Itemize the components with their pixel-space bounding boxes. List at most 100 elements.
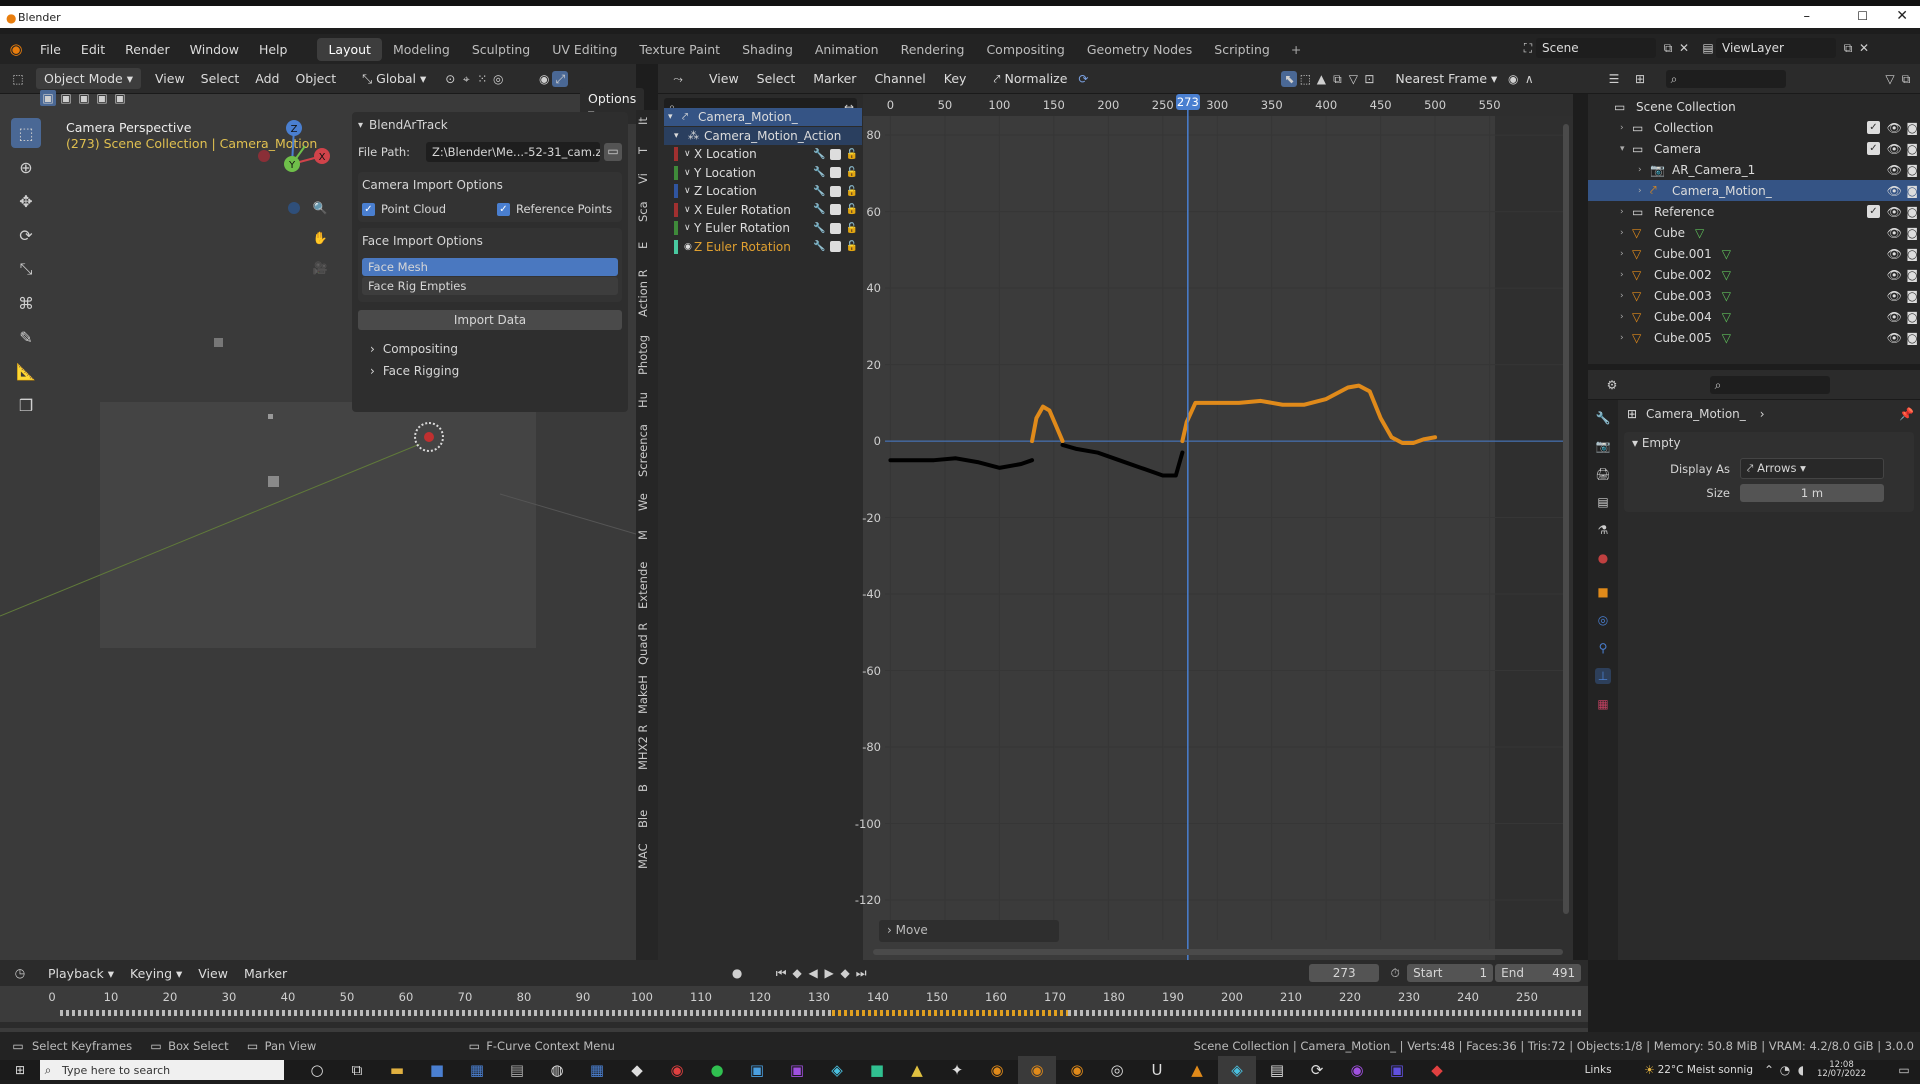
sidebar-tab-9[interactable]: We — [636, 489, 658, 515]
lock-icon[interactable]: 🔓 — [846, 204, 858, 215]
object-tab-icon[interactable]: ■ — [1595, 584, 1611, 600]
visibility-eye-icon[interactable]: 👁 — [1887, 268, 1902, 282]
viewport-menu-object[interactable]: Object — [287, 68, 344, 89]
outliner-item[interactable]: › ▽ Cube.001 ▽ 👁 ◙ — [1588, 243, 1920, 264]
expand-arrow-icon[interactable]: ▾ — [668, 112, 682, 122]
channel-mute-checkbox[interactable] — [829, 241, 841, 252]
outliner-item[interactable]: › ▭ Collection ✓ 👁 ◙ — [1588, 117, 1920, 138]
properties-search[interactable]: ⌕ — [1710, 375, 1830, 394]
visibility-eye-icon[interactable]: 👁 — [1887, 289, 1902, 303]
output-tab-icon[interactable]: 🖨 — [1595, 466, 1611, 482]
sidebar-tab-10[interactable]: M — [636, 522, 658, 548]
workspace-tab-geometry-nodes[interactable]: Geometry Nodes — [1076, 38, 1203, 61]
select-new-icon[interactable]: ▣ — [40, 90, 56, 106]
fcurve-segment-3[interactable] — [1180, 383, 1438, 445]
channel-action[interactable]: ▾ ⁂ Camera_Motion_Action — [664, 126, 862, 145]
modifier-icon[interactable]: 🔧 — [813, 223, 825, 234]
file-path-input[interactable]: Z:\Blender\Me...-52-31_cam.zip — [426, 142, 600, 162]
maximize-icon[interactable]: ☐ — [1857, 9, 1868, 23]
lock-icon[interactable]: 🔓 — [846, 149, 858, 160]
sidebar-tab-16[interactable]: Ble — [636, 806, 658, 832]
render-camera-icon[interactable]: ◙ — [1906, 289, 1918, 303]
display-as-dropdown[interactable]: ⤤ Arrows ▾ — [1740, 458, 1884, 479]
visibility-eye-icon[interactable]: 👁 — [1887, 142, 1902, 156]
fcurve-segment-1[interactable] — [1030, 404, 1065, 444]
outliner-item[interactable]: › ▽ Cube.002 ▽ 👁 ◙ — [1588, 264, 1920, 285]
select-extend-icon[interactable]: ▣ — [58, 90, 74, 106]
outliner-item[interactable]: › ▽ Cube ▽ 👁 ◙ — [1588, 222, 1920, 243]
graph-area[interactable]: 0 50 100 150 200 250 300 350 400 450 500 550 80 60 40… — [855, 94, 1573, 960]
render-camera-icon[interactable]: ◙ — [1906, 247, 1918, 261]
render-camera-icon[interactable]: ◙ — [1906, 331, 1918, 345]
visibility-eye-icon[interactable]: 👁 — [1887, 184, 1902, 198]
gizmo-toggle-icon[interactable]: ⤢ — [552, 70, 569, 87]
scene-tab-icon[interactable]: ⚗ — [1595, 522, 1611, 538]
constraints-tab-icon[interactable]: ⚲ — [1595, 640, 1611, 656]
expand-arrow-icon[interactable]: › — [1620, 270, 1632, 280]
minimize-icon[interactable]: – — [1804, 9, 1811, 24]
expand-arrow-icon[interactable]: ▾ — [1620, 144, 1632, 154]
sidebar-tab-7[interactable]: Hu — [636, 387, 658, 413]
channel-curve[interactable]: ◉ Z Euler Rotation 🔧 🔓 — [664, 238, 862, 256]
volume-icon[interactable]: ◖ — [1793, 1062, 1809, 1078]
triangle-icon[interactable]: ▲ — [1313, 71, 1329, 87]
viewport-menu-select[interactable]: Select — [193, 68, 248, 89]
subpanel-compositing[interactable]: › Compositing — [352, 338, 628, 360]
tool-tab-icon[interactable]: 🔧 — [1595, 410, 1611, 426]
outliner-item[interactable]: › ▭ Reference ✓ 👁 ◙ — [1588, 201, 1920, 222]
channel-mute-checkbox[interactable] — [829, 167, 841, 178]
graph-editor-type-icon[interactable]: ⤳ — [670, 71, 686, 87]
play-icon[interactable]: ▶ — [821, 965, 837, 981]
refresh-icon[interactable]: ⟳ — [1075, 71, 1091, 87]
fcurve-segment-0[interactable] — [888, 456, 1035, 470]
workspace-tab-uv-editing[interactable]: UV Editing — [541, 38, 628, 61]
prev-keyframe-icon[interactable]: ◆ — [789, 965, 805, 981]
exclude-checkbox[interactable]: ✓ — [1867, 121, 1880, 134]
jump-start-icon[interactable]: ⏮ — [773, 965, 789, 981]
sidebar-tab-6[interactable]: Photog — [636, 330, 658, 380]
play-reverse-icon[interactable]: ◀ — [805, 965, 821, 981]
render-camera-icon[interactable]: ◙ — [1906, 226, 1918, 240]
expand-arrow-icon[interactable]: › — [1620, 123, 1632, 133]
timeline-scrollbar[interactable] — [0, 1022, 1588, 1028]
sidebar-tab-14[interactable]: MHX2 R — [636, 724, 658, 770]
snap-target-icon[interactable]: ⁙ — [474, 71, 490, 87]
expand-arrow-icon[interactable]: ▾ — [674, 131, 688, 141]
close-icon[interactable]: ✕ — [1896, 8, 1908, 24]
timeline-menu-keying[interactable]: Keying ▾ — [122, 963, 190, 984]
channel-mute-checkbox[interactable] — [829, 222, 841, 234]
vertical-scrollbar[interactable] — [1563, 124, 1569, 914]
folder-icon[interactable]: ▭ — [604, 143, 622, 161]
taskbar-links[interactable]: Links — [1585, 1064, 1612, 1076]
current-frame-field[interactable]: 273 — [1309, 964, 1380, 982]
sidebar-tab-1[interactable]: T — [636, 139, 658, 161]
delete-viewlayer-icon[interactable]: ✕ — [1856, 40, 1872, 56]
outliner-item[interactable]: ▭ Scene Collection — [1588, 96, 1920, 117]
start-frame-field[interactable]: Start 1 — [1407, 964, 1494, 982]
channel-mute-checkbox[interactable] — [829, 185, 841, 197]
blendartrack-header[interactable]: ▾ BlendArTrack — [352, 112, 628, 138]
world-tab-icon[interactable]: ● — [1595, 550, 1611, 566]
empty-section-header[interactable]: ▾ Empty — [1624, 432, 1914, 454]
graph-menu-view[interactable]: View — [700, 68, 748, 89]
size-field[interactable]: 1 m — [1740, 484, 1884, 502]
lock-icon[interactable]: 🔓 — [846, 167, 858, 178]
tray-icons[interactable]: ⌃ — [1761, 1062, 1777, 1078]
menu-file[interactable]: File — [30, 42, 71, 57]
mesh-data-icon[interactable]: ▽ — [1722, 310, 1731, 324]
channel-mute-checkbox[interactable] — [829, 148, 841, 160]
normalize-toggle[interactable]: ⤤ Normalize — [985, 68, 1075, 90]
point-cloud-checkbox[interactable]: ✓ — [362, 202, 375, 216]
modifier-icon[interactable]: 🔧 — [813, 186, 825, 197]
sidebar-tab-3[interactable]: Sca — [636, 197, 658, 227]
outliner-item[interactable]: › ⤤ Camera_Motion_ 👁 ◙ — [1588, 180, 1920, 201]
mesh-data-icon[interactable]: ▽ — [1722, 247, 1731, 261]
camera-view-icon[interactable]: 🎥 — [312, 260, 328, 276]
add-workspace-icon[interactable]: + — [1281, 42, 1311, 57]
visibility-eye-icon[interactable]: 👁 — [1887, 163, 1902, 177]
workspace-tab-sculpting[interactable]: Sculpting — [461, 38, 541, 61]
expand-arrow-icon[interactable]: › — [1620, 228, 1632, 238]
delete-scene-icon[interactable]: ✕ — [1676, 40, 1692, 56]
move-tool[interactable]: ✥ — [11, 186, 41, 216]
visibility-eye-icon[interactable]: 👁 — [1887, 310, 1902, 324]
